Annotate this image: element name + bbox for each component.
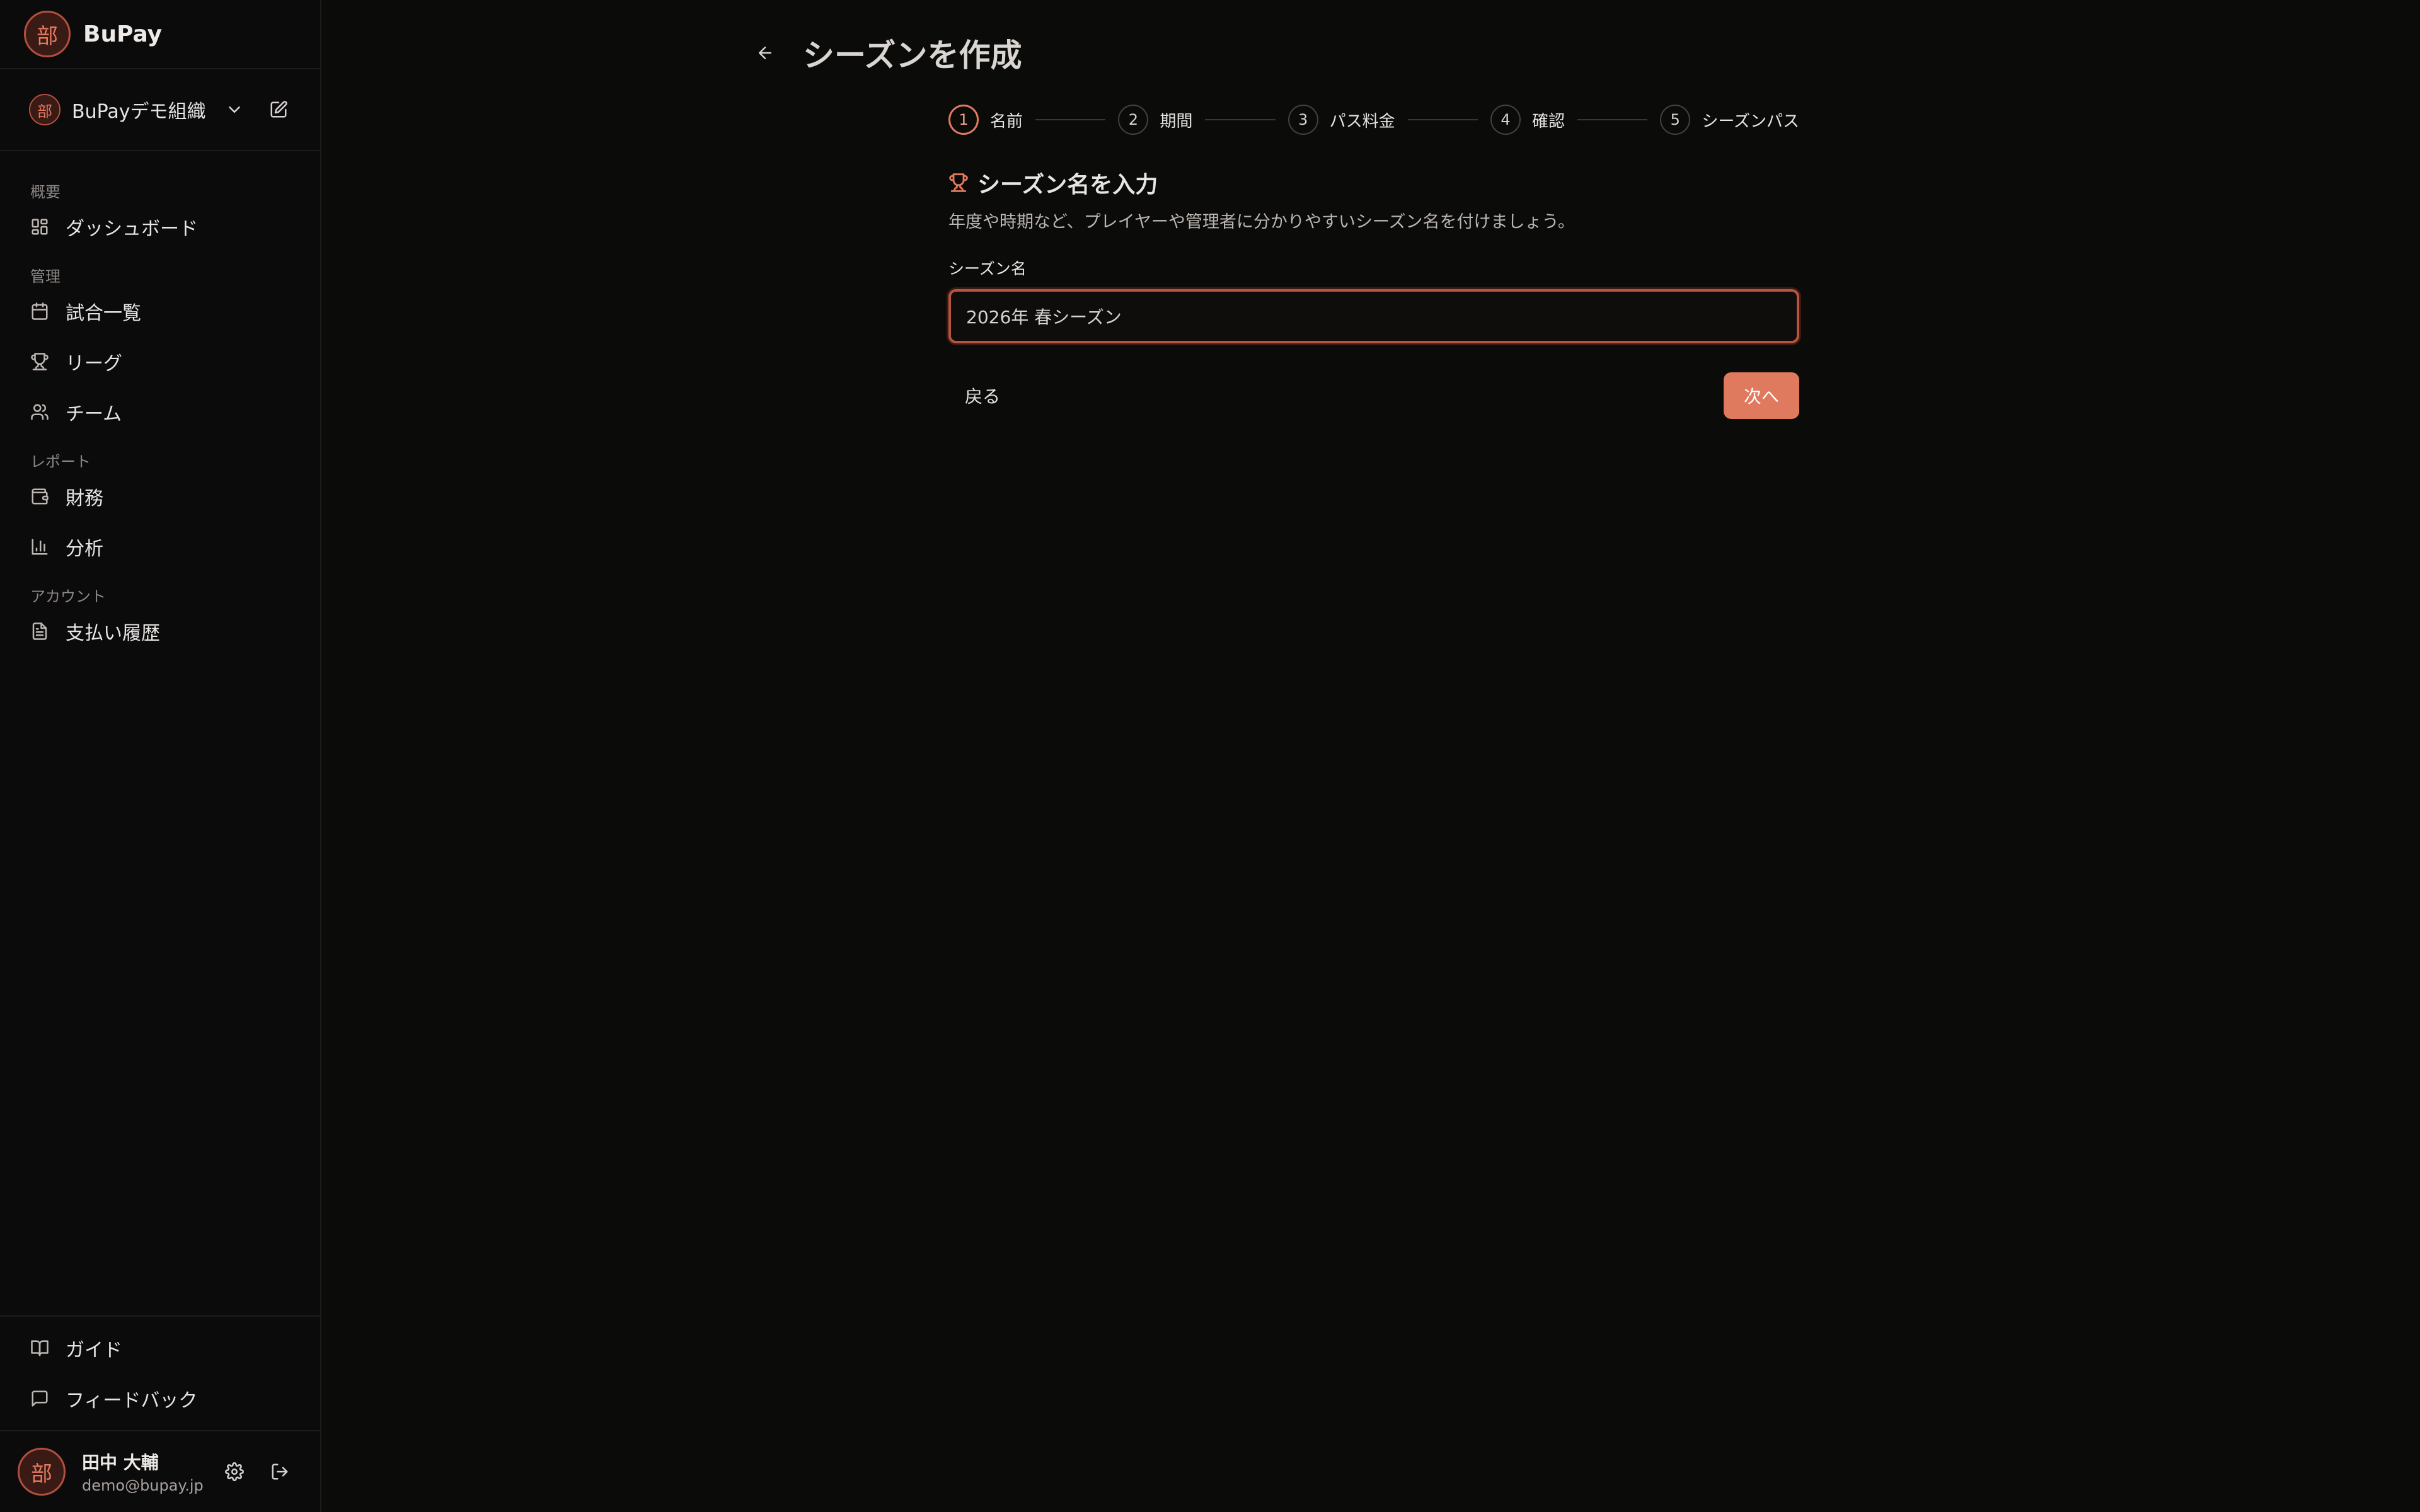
sidebar-item-finance[interactable]: 財務 <box>0 471 320 522</box>
user-name: 田中 大輔 <box>82 1452 159 1473</box>
arrow-left-icon[interactable] <box>750 38 780 68</box>
sidebar-item-analytics[interactable]: 分析 <box>0 522 320 572</box>
step-connector <box>1205 119 1276 120</box>
sidebar-item-label: 財務 <box>66 488 103 510</box>
step-confirm[interactable]: 4 確認 <box>1490 105 1565 135</box>
step-label: 名前 <box>990 112 1023 131</box>
sidebar-item-label: ダッシュボード <box>66 218 198 240</box>
trophy-icon <box>949 173 968 192</box>
back-button[interactable]: 戻る <box>948 377 1017 415</box>
app-shell: 部 BuPay 部 BuPayデモ組織 概要 ダッシュボード 管理 試合一覧 リ… <box>0 0 2420 1512</box>
nav-group-label-reports: レポート <box>30 453 91 471</box>
sidebar-item-dashboard[interactable]: ダッシュボード <box>0 202 320 252</box>
step-number: 3 <box>1288 105 1318 135</box>
step-pass-price[interactable]: 3 パス料金 <box>1288 105 1395 135</box>
brand-header[interactable]: 部 BuPay <box>0 0 320 69</box>
step-period[interactable]: 2 期間 <box>1118 105 1192 135</box>
users-icon <box>31 404 49 420</box>
step-connector <box>1407 119 1478 120</box>
trophy-icon <box>31 353 49 370</box>
avatar[interactable]: 部 <box>18 1448 66 1496</box>
step-label: 確認 <box>1531 112 1565 131</box>
sidebar-item-matches[interactable]: 試合一覧 <box>0 286 320 336</box>
edit-icon[interactable] <box>263 94 294 125</box>
org-logo: 部 <box>29 94 60 125</box>
section-title: シーズン名を入力 <box>977 172 1158 198</box>
sidebar-item-label: フィードバック <box>66 1390 198 1412</box>
dashboard-icon <box>32 219 48 235</box>
section-description: 年度や時期など、プレイヤーや管理者に分かりやすいシーズン名を付けましょう。 <box>948 212 1575 232</box>
step-number: 1 <box>948 105 979 135</box>
sidebar-item-label: チーム <box>66 403 122 425</box>
brand-name: BuPay <box>83 21 163 47</box>
org-name: BuPayデモ組織 <box>72 101 206 123</box>
org-switcher[interactable]: 部 BuPayデモ組織 <box>0 69 320 151</box>
document-icon <box>32 622 47 640</box>
message-icon <box>32 1390 48 1407</box>
step-label: 期間 <box>1160 112 1193 131</box>
page-header: シーズンを作成 <box>750 30 1022 76</box>
sidebar-nav: 概要 ダッシュボード 管理 試合一覧 リーグ チーム レポート 財務 分析 アカ… <box>0 151 320 1315</box>
nav-group-label-overview: 概要 <box>30 183 60 201</box>
sidebar-item-label: 分析 <box>66 538 103 560</box>
sidebar-item-label: 試合一覧 <box>66 302 141 324</box>
step-label: シーズンパス <box>1702 112 1800 131</box>
logout-icon[interactable] <box>261 1457 299 1487</box>
next-button[interactable]: 次へ <box>1724 372 1799 419</box>
nav-group-label-management: 管理 <box>30 268 60 285</box>
sidebar-item-feedback[interactable]: フィードバック <box>0 1373 320 1424</box>
user-info: 田中 大輔 demo@bupay.jp <box>82 1449 216 1494</box>
step-label: パス料金 <box>1329 112 1395 131</box>
user-profile: 部 田中 大輔 demo@bupay.jp <box>0 1430 320 1512</box>
book-icon <box>31 1340 49 1356</box>
calendar-icon <box>32 302 48 320</box>
stepper: 1 名前 2 期間 3 パス料金 4 確認 5 シーズンパス <box>948 103 1799 136</box>
brand-logo: 部 <box>24 11 71 57</box>
step-number: 5 <box>1660 105 1691 135</box>
sidebar-item-label: 支払い履歴 <box>66 622 160 644</box>
wizard-actions: 戻る 次へ <box>948 372 1799 419</box>
chevron-down-icon[interactable] <box>219 94 250 125</box>
sidebar: 部 BuPay 部 BuPayデモ組織 概要 ダッシュボード 管理 試合一覧 リ… <box>0 0 321 1512</box>
sidebar-item-guide[interactable]: ガイド <box>0 1323 320 1373</box>
sidebar-item-league[interactable]: リーグ <box>0 336 320 387</box>
season-name-input[interactable] <box>948 289 1799 343</box>
main-content: シーズンを作成 1 名前 2 期間 3 パス料金 4 確認 5 シーズンパス シ… <box>321 0 2420 1512</box>
user-email: demo@bupay.jp <box>82 1477 204 1494</box>
sidebar-bottom-nav: ガイド フィードバック <box>0 1315 320 1430</box>
season-name-label: シーズン名 <box>948 260 1027 278</box>
page-title: シーズンを作成 <box>803 37 1022 74</box>
section-heading: シーズン名を入力 <box>948 166 1799 199</box>
sidebar-item-payment-history[interactable]: 支払い履歴 <box>0 606 320 656</box>
season-wizard: 1 名前 2 期間 3 パス料金 4 確認 5 シーズンパス シーズン名を入力 … <box>948 103 1799 419</box>
sidebar-item-label: ガイド <box>66 1339 122 1361</box>
wallet-icon <box>32 488 49 505</box>
step-number: 4 <box>1490 105 1521 135</box>
sidebar-item-team[interactable]: チーム <box>0 387 320 437</box>
gear-icon[interactable] <box>216 1457 253 1487</box>
step-connector <box>1035 119 1106 120</box>
sidebar-item-label: リーグ <box>66 353 122 375</box>
step-name[interactable]: 1 名前 <box>948 105 1023 135</box>
nav-group-label-account: アカウント <box>30 588 106 605</box>
step-number: 2 <box>1118 105 1149 135</box>
step-connector <box>1577 119 1648 120</box>
step-season-pass[interactable]: 5 シーズンパス <box>1660 105 1799 135</box>
bar-chart-icon <box>32 539 48 555</box>
